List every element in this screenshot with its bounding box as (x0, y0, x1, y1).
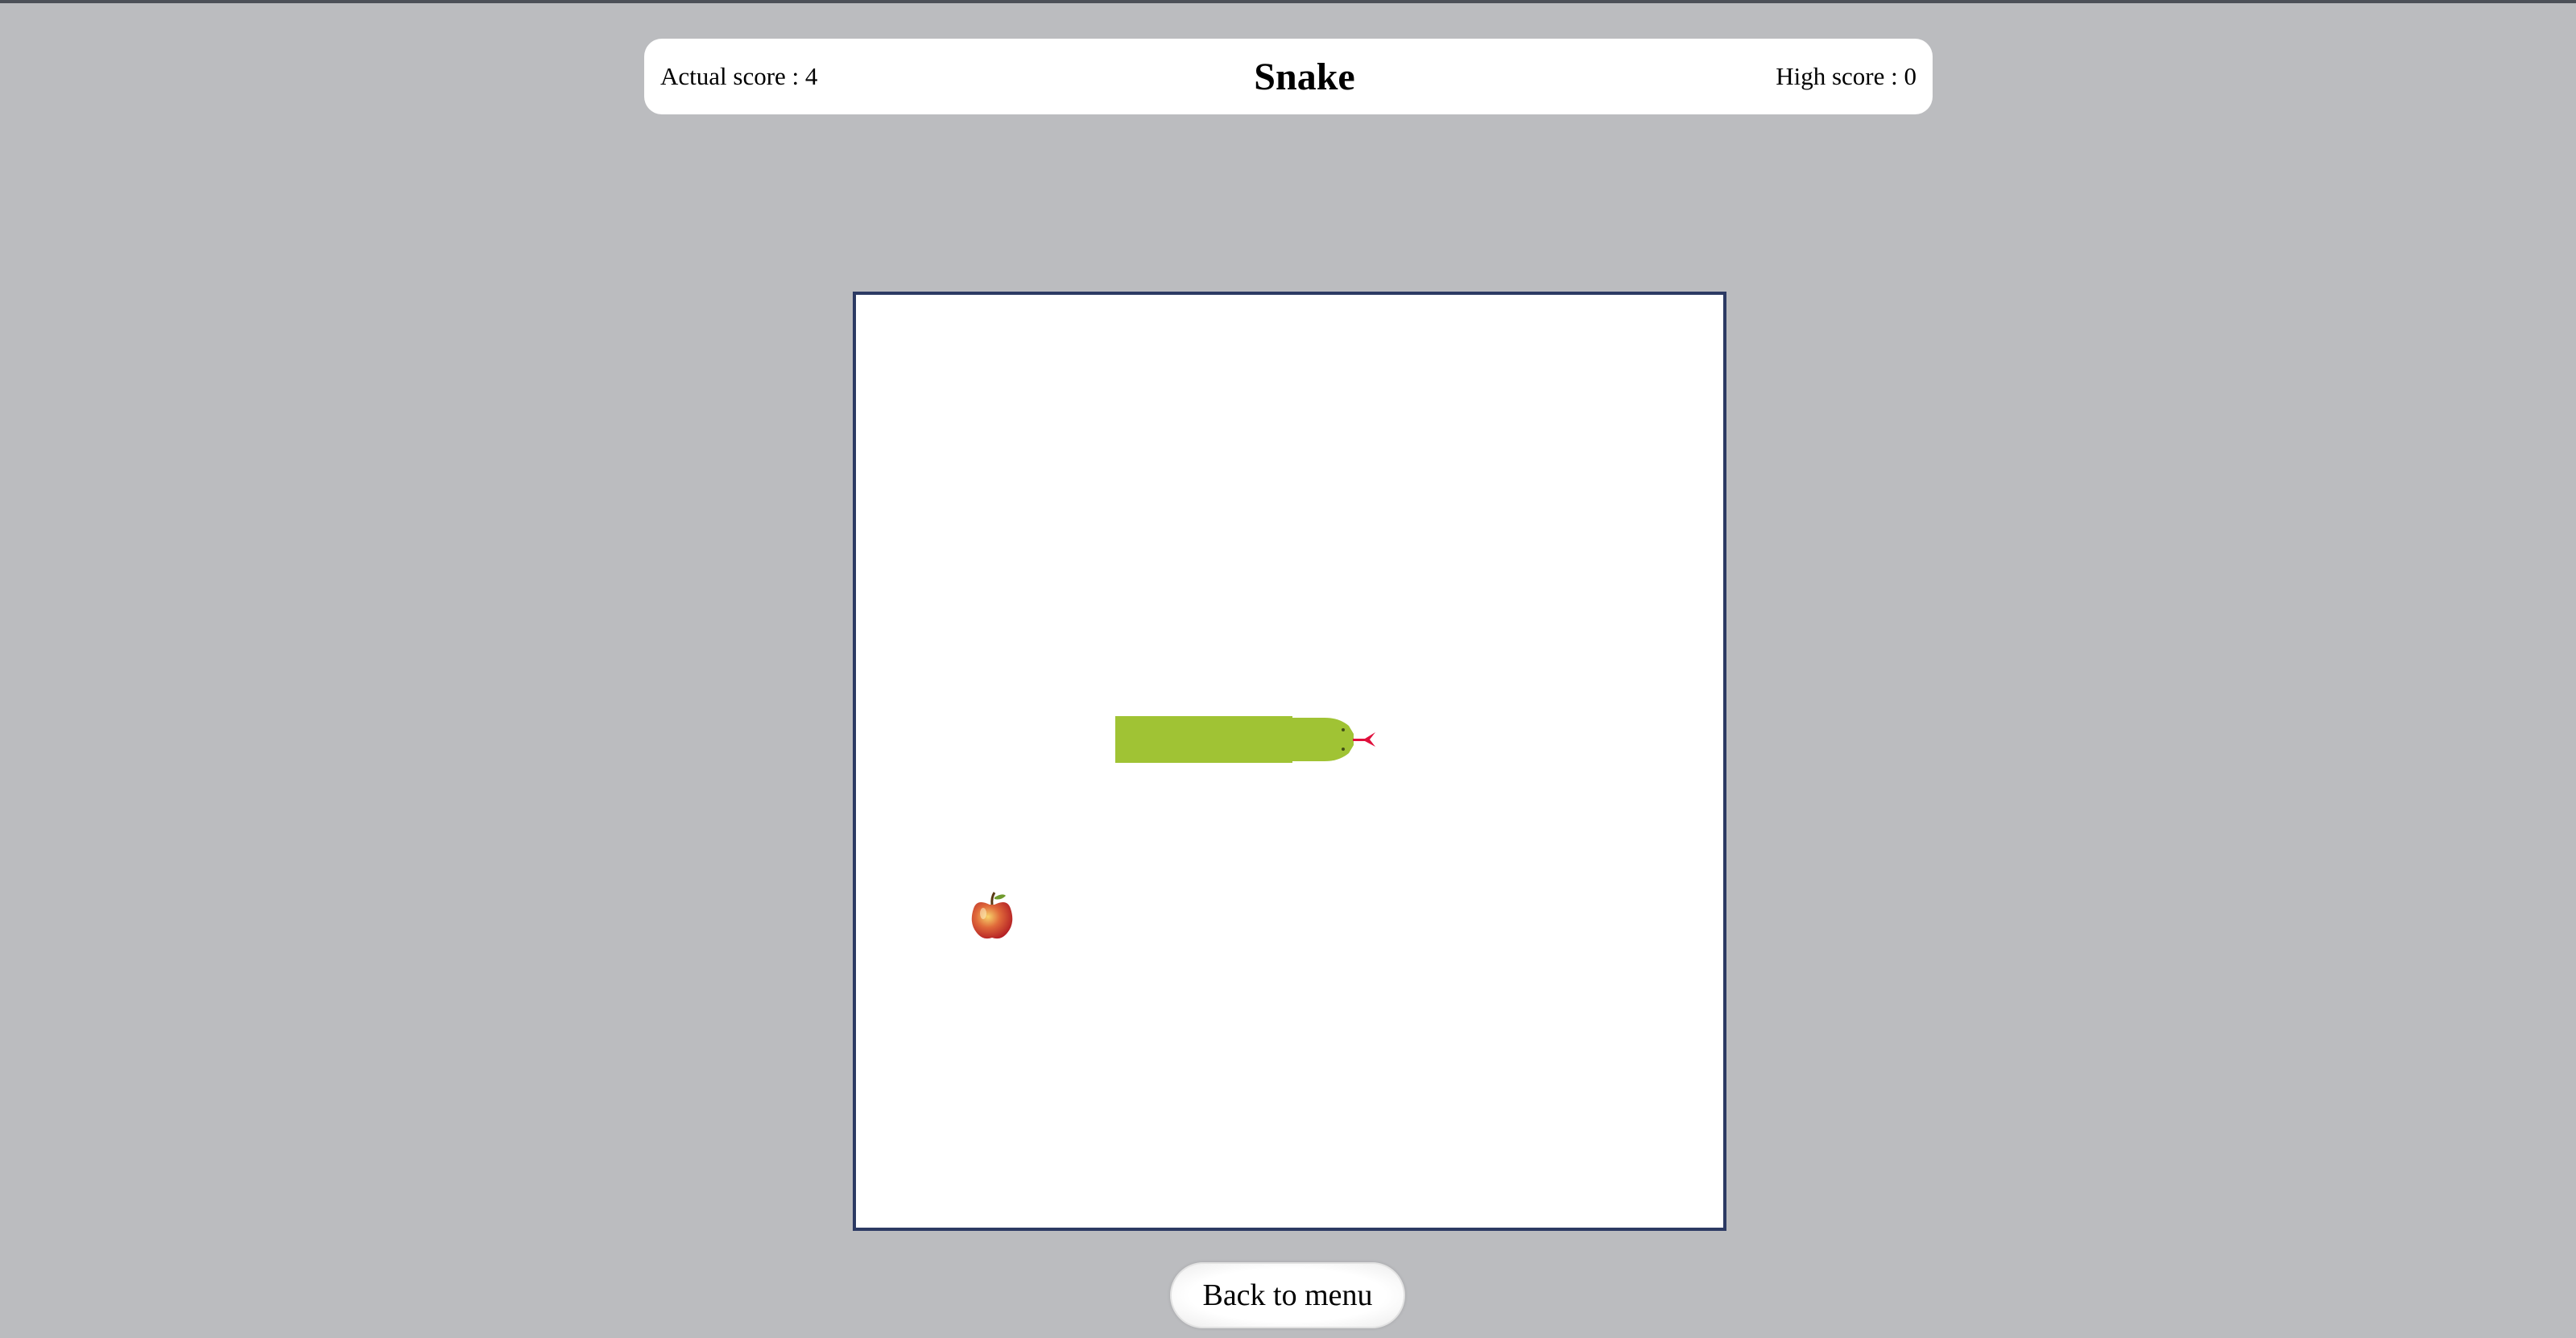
actual-score: Actual score : 4 (660, 62, 818, 90)
snake-body-segment (1204, 716, 1292, 763)
snake (1115, 716, 1375, 763)
game-canvas (971, 716, 1375, 939)
snake-tongue (1353, 732, 1375, 747)
score-header: Actual score : 4 Snake High score : 0 (644, 39, 1933, 114)
back-to-menu-button[interactable]: Back to menu (1170, 1262, 1405, 1328)
snake-eye (1342, 748, 1345, 751)
apple-icon (971, 892, 1013, 939)
game-board[interactable] (853, 292, 1726, 1231)
high-score: High score : 0 (1776, 62, 1916, 90)
snake-body-segment (1115, 716, 1204, 763)
snake-head (1292, 718, 1354, 761)
page-title: Snake (1254, 55, 1355, 98)
snake-eye (1342, 728, 1345, 731)
